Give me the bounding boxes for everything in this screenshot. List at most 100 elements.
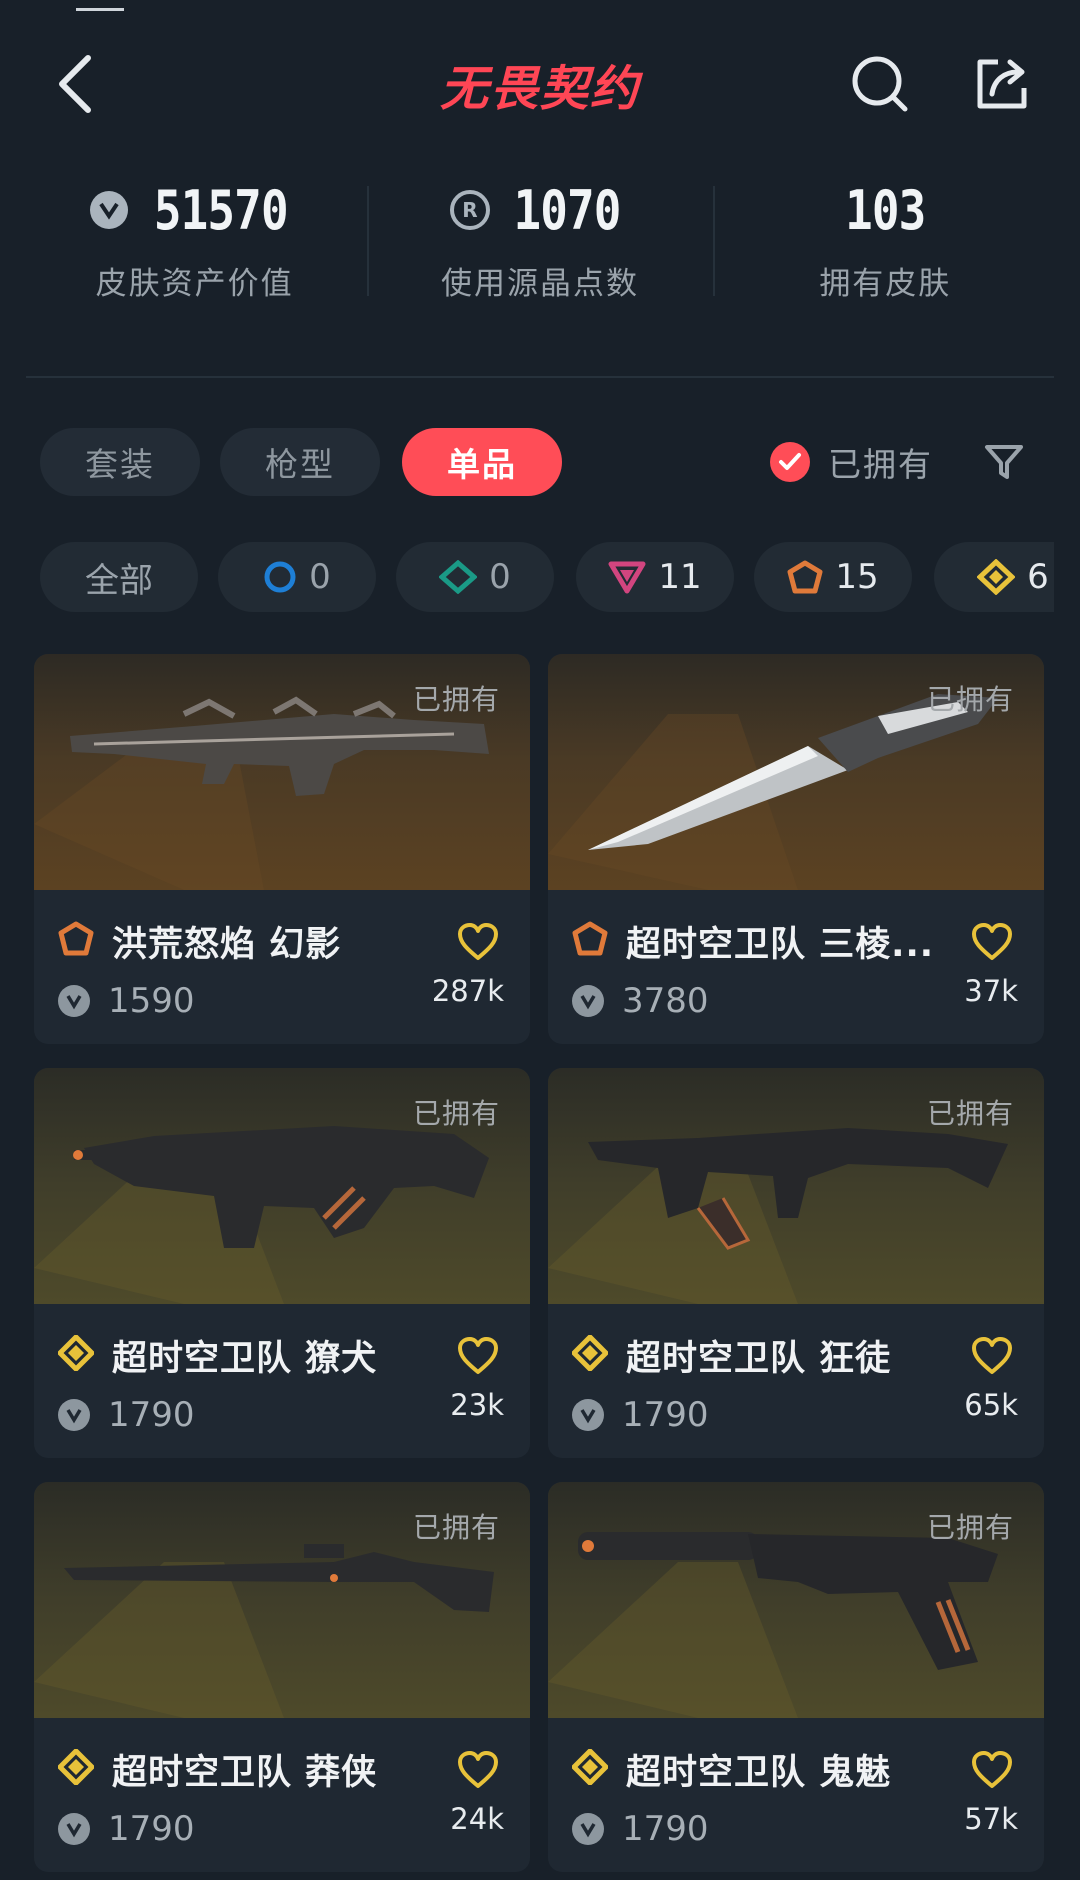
top-bar: 无畏契约 [0, 34, 1080, 144]
skin-card[interactable]: 已拥有 洪荒怒焰 幻影 1590 287k [34, 654, 530, 1044]
skin-price: 1790 [622, 1809, 709, 1849]
tab-weapon-type[interactable]: 枪型 [220, 428, 380, 496]
stat-label: 拥有皮肤 [819, 266, 952, 302]
chip-deluxe-tier[interactable]: 0 [396, 542, 554, 612]
chip-premium-tier[interactable]: 11 [576, 542, 734, 612]
chip-label: 11 [658, 557, 702, 597]
tier-badge [56, 1333, 96, 1375]
filter-button[interactable] [976, 434, 1032, 490]
like-count: 24k [450, 1802, 504, 1836]
ultra-tier-icon [570, 1747, 610, 1787]
like-count: 37k [964, 974, 1018, 1008]
skin-image: 已拥有 [548, 1068, 1044, 1304]
exclusive-tier-icon [787, 560, 823, 594]
skin-card[interactable]: 已拥有 超时空卫队 莽侠 1790 24k [34, 1482, 530, 1872]
tier-filter-chips: 全部 0 0 11 15 6 [0, 542, 1054, 612]
stat-label: 使用源晶点数 [440, 266, 639, 302]
skin-image: 已拥有 [34, 654, 530, 890]
owned-filter-toggle[interactable]: 已拥有 [770, 428, 960, 496]
chip-label: 0 [309, 557, 331, 597]
stat-value: 103 [845, 178, 926, 242]
back-button[interactable] [36, 44, 116, 124]
owned-tag: 已拥有 [412, 1511, 500, 1544]
chevron-left-icon [59, 55, 91, 113]
stat-label: 皮肤资产价值 [95, 266, 294, 302]
chip-label: 6 [1027, 557, 1049, 597]
like-count: 287k [431, 974, 504, 1008]
skin-image: 已拥有 [548, 1482, 1044, 1718]
skin-card[interactable]: 已拥有 超时空卫队 三棱... 3780 37k [548, 654, 1044, 1044]
ultra-tier-icon [570, 1333, 610, 1373]
skin-card[interactable]: 已拥有 超时空卫队 鬼魅 1790 57k [548, 1482, 1044, 1872]
stat-value: 1070 [513, 178, 621, 242]
heart-icon[interactable] [456, 1336, 500, 1376]
stat-radianite: R 1070 使用源晶点数 [367, 168, 712, 328]
tab-bundle[interactable]: 套装 [40, 428, 200, 496]
skin-price: 1790 [108, 1395, 195, 1435]
tier-badge [58, 921, 94, 961]
exclusive-tier-icon [572, 921, 608, 956]
check-icon [770, 442, 810, 482]
ultra-tier-icon [56, 1333, 96, 1373]
stat-owned-skins: 103 拥有皮肤 [712, 168, 1058, 328]
chip-all[interactable]: 全部 [40, 542, 198, 612]
skin-price: 3780 [622, 981, 709, 1021]
skin-name: 超时空卫队 狂徒 [626, 1338, 892, 1379]
premium-tier-icon [608, 561, 646, 594]
heart-icon[interactable] [970, 922, 1014, 962]
chip-label: 0 [489, 557, 511, 597]
price-row: 3780 [572, 978, 709, 1024]
heart-icon[interactable] [970, 1750, 1014, 1790]
price-row: 1790 [572, 1392, 709, 1438]
chip-ultra-tier[interactable]: 6 [934, 542, 1054, 612]
heart-icon[interactable] [456, 922, 500, 962]
like-count: 57k [964, 1802, 1018, 1836]
chip-label: 15 [835, 557, 879, 597]
chip-select-tier[interactable]: 0 [218, 542, 376, 612]
skin-name: 洪荒怒焰 幻影 [112, 924, 342, 965]
owned-filter-label: 已拥有 [828, 445, 933, 484]
valorant-points-icon [58, 1813, 90, 1845]
share-button[interactable] [962, 44, 1042, 124]
deluxe-tier-icon [439, 560, 478, 594]
owned-tag: 已拥有 [926, 683, 1014, 716]
stat-skin-value: 51570 皮肤资产价值 [22, 168, 367, 328]
radianite-points-icon: R [449, 190, 490, 230]
funnel-icon [985, 445, 1023, 479]
status-bar-icon [76, 0, 124, 11]
price-row: 1790 [58, 1806, 195, 1852]
skin-name: 超时空卫队 鬼魅 [626, 1752, 892, 1793]
exclusive-tier-icon [58, 921, 94, 956]
skin-card[interactable]: 已拥有 超时空卫队 獠犬 1790 23k [34, 1068, 530, 1458]
ultra-tier-icon [977, 559, 1016, 595]
skin-image: 已拥有 [34, 1068, 530, 1304]
valorant-points-icon [572, 985, 604, 1017]
owned-tag: 已拥有 [926, 1511, 1014, 1544]
skin-name: 超时空卫队 獠犬 [112, 1338, 378, 1379]
owned-tag: 已拥有 [412, 1097, 500, 1130]
like-count: 23k [450, 1388, 504, 1422]
skin-image: 已拥有 [548, 654, 1044, 890]
heart-icon[interactable] [970, 1336, 1014, 1376]
skin-name-row: 超时空卫队 鬼魅 [570, 1744, 1022, 1794]
asset-stats: 51570 皮肤资产价值 R 1070 使用源晶点数 103 拥有皮肤 [22, 168, 1058, 328]
skin-card[interactable]: 已拥有 超时空卫队 狂徒 1790 65k [548, 1068, 1044, 1458]
tier-badge [56, 1747, 96, 1789]
tier-badge [570, 1333, 610, 1375]
skin-name-row: 超时空卫队 莽侠 [56, 1744, 508, 1794]
tab-single-item[interactable]: 单品 [402, 428, 562, 496]
search-icon [852, 56, 908, 112]
ultra-tier-icon [56, 1747, 96, 1787]
price-row: 1790 [572, 1806, 709, 1852]
chip-exclusive-tier[interactable]: 15 [754, 542, 912, 612]
valorant-points-icon [572, 1399, 604, 1431]
tier-badge [570, 1747, 610, 1789]
heart-icon[interactable] [456, 1750, 500, 1790]
tier-badge [572, 921, 608, 961]
skin-price: 1790 [108, 1809, 195, 1849]
valorant-points-icon [572, 1813, 604, 1845]
valorant-points-icon [58, 985, 90, 1017]
skin-name: 超时空卫队 莽侠 [112, 1752, 378, 1793]
search-button[interactable] [840, 44, 920, 124]
owned-tag: 已拥有 [412, 683, 500, 716]
